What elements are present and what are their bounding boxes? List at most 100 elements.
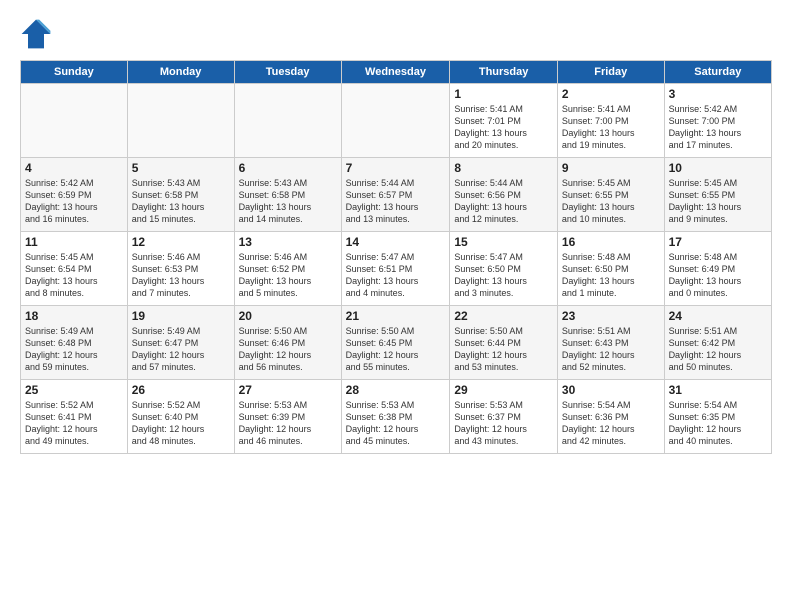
cell-content: Sunrise: 5:51 AM Sunset: 6:42 PM Dayligh… (669, 325, 767, 374)
calendar-cell (21, 84, 128, 158)
date-number: 5 (132, 161, 230, 175)
date-number: 10 (669, 161, 767, 175)
calendar-cell: 16Sunrise: 5:48 AM Sunset: 6:50 PM Dayli… (557, 232, 664, 306)
calendar-cell: 24Sunrise: 5:51 AM Sunset: 6:42 PM Dayli… (664, 306, 771, 380)
week-row-1: 4Sunrise: 5:42 AM Sunset: 6:59 PM Daylig… (21, 158, 772, 232)
date-number: 9 (562, 161, 660, 175)
date-number: 29 (454, 383, 553, 397)
calendar-cell (341, 84, 450, 158)
date-number: 17 (669, 235, 767, 249)
calendar-cell: 31Sunrise: 5:54 AM Sunset: 6:35 PM Dayli… (664, 380, 771, 454)
calendar-cell: 6 Sunrise: 5:43 AM Sunset: 6:58 PM Daylig… (234, 158, 341, 232)
cell-content: Sunrise: 5:52 AM Sunset: 6:41 PM Dayligh… (25, 399, 123, 448)
date-number: 13 (239, 235, 337, 249)
week-row-4: 25 Sunrise: 5:52 AM Sunset: 6:41 PM Dayli… (21, 380, 772, 454)
calendar-cell: 13 Sunrise: 5:46 AM Sunset: 6:52 PM Dayli… (234, 232, 341, 306)
calendar-cell: 21 Sunrise: 5:50 AM Sunset: 6:45 PM Dayli… (341, 306, 450, 380)
calendar-cell: 12 Sunrise: 5:46 AM Sunset: 6:53 PM Dayli… (127, 232, 234, 306)
cell-content: Sunrise: 5:44 AM Sunset: 6:56 PM Dayligh… (454, 177, 553, 226)
date-number: 2 (562, 87, 660, 101)
calendar-cell: 9 Sunrise: 5:45 AM Sunset: 6:55 PM Daylig… (557, 158, 664, 232)
cell-content: Sunrise: 5:49 AM Sunset: 6:48 PM Dayligh… (25, 325, 123, 374)
date-number: 6 (239, 161, 337, 175)
calendar-cell: 17 Sunrise: 5:48 AM Sunset: 6:49 PM Dayli… (664, 232, 771, 306)
cell-content: Sunrise: 5:50 AM Sunset: 6:45 PM Dayligh… (346, 325, 446, 374)
calendar-cell: 7 Sunrise: 5:44 AM Sunset: 6:57 PM Daylig… (341, 158, 450, 232)
cell-content: Sunrise: 5:46 AM Sunset: 6:52 PM Dayligh… (239, 251, 337, 300)
cell-content: Sunrise: 5:53 AM Sunset: 6:38 PM Dayligh… (346, 399, 446, 448)
cell-content: Sunrise: 5:53 AM Sunset: 6:39 PM Dayligh… (239, 399, 337, 448)
cell-content: Sunrise: 5:50 AM Sunset: 6:44 PM Dayligh… (454, 325, 553, 374)
calendar-cell: 22 Sunrise: 5:50 AM Sunset: 6:44 PM Dayli… (450, 306, 558, 380)
cell-content: Sunrise: 5:54 AM Sunset: 6:36 PM Dayligh… (562, 399, 660, 448)
date-number: 18 (25, 309, 123, 323)
calendar-cell: 5 Sunrise: 5:43 AM Sunset: 6:58 PM Daylig… (127, 158, 234, 232)
day-header-friday: Friday (557, 61, 664, 84)
cell-content: Sunrise: 5:43 AM Sunset: 6:58 PM Dayligh… (132, 177, 230, 226)
cell-content: Sunrise: 5:43 AM Sunset: 6:58 PM Dayligh… (239, 177, 337, 226)
cell-content: Sunrise: 5:47 AM Sunset: 6:51 PM Dayligh… (346, 251, 446, 300)
calendar-cell: 2Sunrise: 5:41 AM Sunset: 7:00 PM Daylig… (557, 84, 664, 158)
date-number: 3 (669, 87, 767, 101)
week-row-3: 18 Sunrise: 5:49 AM Sunset: 6:48 PM Dayli… (21, 306, 772, 380)
date-number: 8 (454, 161, 553, 175)
calendar-cell: 26 Sunrise: 5:52 AM Sunset: 6:40 PM Dayli… (127, 380, 234, 454)
cell-content: Sunrise: 5:42 AM Sunset: 7:00 PM Dayligh… (669, 103, 767, 152)
logo (20, 18, 54, 50)
cell-content: Sunrise: 5:48 AM Sunset: 6:49 PM Dayligh… (669, 251, 767, 300)
date-number: 21 (346, 309, 446, 323)
date-number: 27 (239, 383, 337, 397)
calendar-cell: 4Sunrise: 5:42 AM Sunset: 6:59 PM Daylig… (21, 158, 128, 232)
calendar-cell: 15 Sunrise: 5:47 AM Sunset: 6:50 PM Dayli… (450, 232, 558, 306)
date-number: 15 (454, 235, 553, 249)
cell-content: Sunrise: 5:50 AM Sunset: 6:46 PM Dayligh… (239, 325, 337, 374)
date-number: 7 (346, 161, 446, 175)
date-number: 23 (562, 309, 660, 323)
calendar-cell: 23 Sunrise: 5:51 AM Sunset: 6:43 PM Dayli… (557, 306, 664, 380)
date-number: 28 (346, 383, 446, 397)
calendar-cell: 28 Sunrise: 5:53 AM Sunset: 6:38 PM Dayli… (341, 380, 450, 454)
cell-content: Sunrise: 5:48 AM Sunset: 6:50 PM Dayligh… (562, 251, 660, 300)
calendar-cell: 14Sunrise: 5:47 AM Sunset: 6:51 PM Dayli… (341, 232, 450, 306)
cell-content: Sunrise: 5:54 AM Sunset: 6:35 PM Dayligh… (669, 399, 767, 448)
calendar-cell: 10 Sunrise: 5:45 AM Sunset: 6:55 PM Dayli… (664, 158, 771, 232)
calendar-cell: 25 Sunrise: 5:52 AM Sunset: 6:41 PM Dayli… (21, 380, 128, 454)
day-header-sunday: Sunday (21, 61, 128, 84)
cell-content: Sunrise: 5:53 AM Sunset: 6:37 PM Dayligh… (454, 399, 553, 448)
calendar-cell: 18 Sunrise: 5:49 AM Sunset: 6:48 PM Dayli… (21, 306, 128, 380)
date-number: 26 (132, 383, 230, 397)
calendar-cell (127, 84, 234, 158)
calendar-cell: 11 Sunrise: 5:45 AM Sunset: 6:54 PM Dayli… (21, 232, 128, 306)
day-header-wednesday: Wednesday (341, 61, 450, 84)
cell-content: Sunrise: 5:45 AM Sunset: 6:54 PM Dayligh… (25, 251, 123, 300)
date-number: 1 (454, 87, 553, 101)
date-number: 25 (25, 383, 123, 397)
day-header-thursday: Thursday (450, 61, 558, 84)
date-number: 22 (454, 309, 553, 323)
calendar-cell: 29 Sunrise: 5:53 AM Sunset: 6:37 PM Dayli… (450, 380, 558, 454)
calendar-cell: 19Sunrise: 5:49 AM Sunset: 6:47 PM Dayli… (127, 306, 234, 380)
week-row-2: 11 Sunrise: 5:45 AM Sunset: 6:54 PM Dayli… (21, 232, 772, 306)
day-header-monday: Monday (127, 61, 234, 84)
date-number: 19 (132, 309, 230, 323)
calendar-cell: 27 Sunrise: 5:53 AM Sunset: 6:39 PM Dayli… (234, 380, 341, 454)
date-number: 11 (25, 235, 123, 249)
header (20, 18, 772, 50)
cell-content: Sunrise: 5:44 AM Sunset: 6:57 PM Dayligh… (346, 177, 446, 226)
week-row-0: 1 Sunrise: 5:41 AM Sunset: 7:01 PM Daylig… (21, 84, 772, 158)
cell-content: Sunrise: 5:45 AM Sunset: 6:55 PM Dayligh… (669, 177, 767, 226)
page: SundayMondayTuesdayWednesdayThursdayFrid… (0, 0, 792, 464)
logo-icon (20, 18, 52, 50)
date-number: 4 (25, 161, 123, 175)
cell-content: Sunrise: 5:52 AM Sunset: 6:40 PM Dayligh… (132, 399, 230, 448)
day-header-saturday: Saturday (664, 61, 771, 84)
cell-content: Sunrise: 5:46 AM Sunset: 6:53 PM Dayligh… (132, 251, 230, 300)
cell-content: Sunrise: 5:47 AM Sunset: 6:50 PM Dayligh… (454, 251, 553, 300)
cell-content: Sunrise: 5:51 AM Sunset: 6:43 PM Dayligh… (562, 325, 660, 374)
day-header-tuesday: Tuesday (234, 61, 341, 84)
calendar-cell: 30Sunrise: 5:54 AM Sunset: 6:36 PM Dayli… (557, 380, 664, 454)
date-number: 12 (132, 235, 230, 249)
cell-content: Sunrise: 5:41 AM Sunset: 7:01 PM Dayligh… (454, 103, 553, 152)
calendar-cell: 8 Sunrise: 5:44 AM Sunset: 6:56 PM Daylig… (450, 158, 558, 232)
cell-content: Sunrise: 5:45 AM Sunset: 6:55 PM Dayligh… (562, 177, 660, 226)
